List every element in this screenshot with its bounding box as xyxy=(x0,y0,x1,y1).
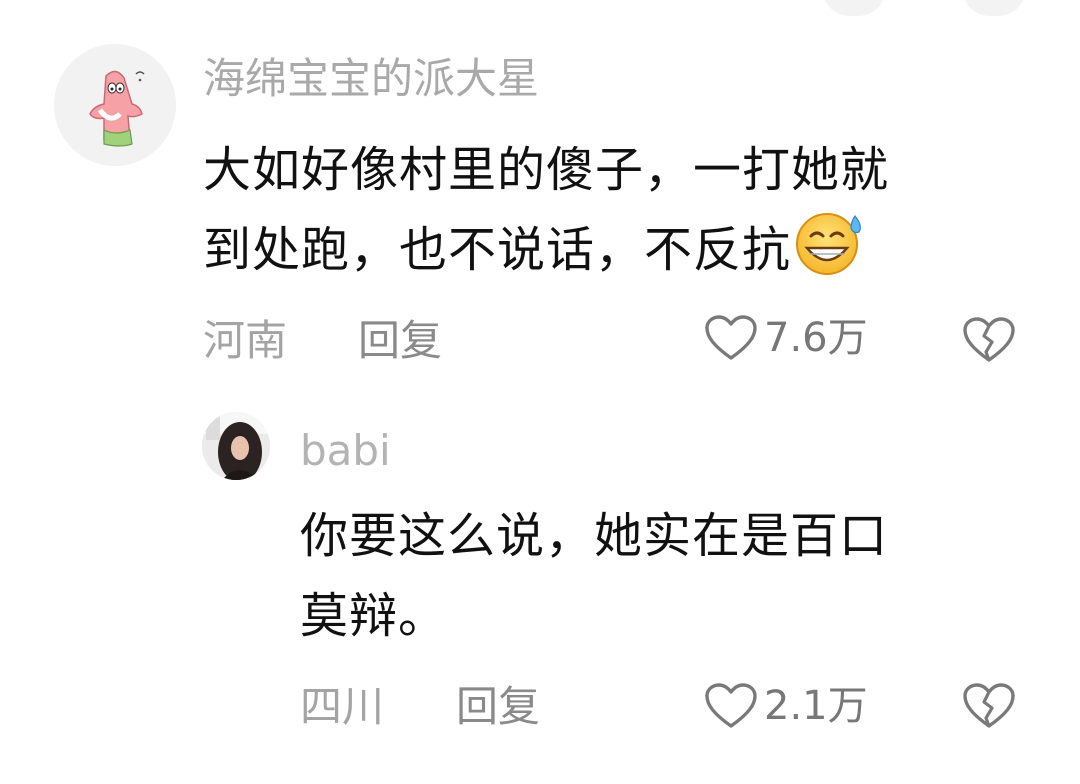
patrick-star-avatar[interactable] xyxy=(54,44,176,166)
heart-outline-icon xyxy=(704,682,758,730)
comment-username[interactable]: 海绵宝宝的派大星 xyxy=(203,58,539,100)
comment-text-segment: 到处跑，也不说话，不反抗 xyxy=(203,222,792,278)
comment-text-line: 莫辩。 xyxy=(300,588,448,644)
profile-photo-avatar[interactable] xyxy=(202,412,270,480)
dislike-button[interactable] xyxy=(962,316,1016,364)
broken-heart-icon xyxy=(962,316,1016,364)
sweat-smile-emoji-icon xyxy=(793,210,867,276)
comment-location: 河南 xyxy=(203,316,288,365)
top-action-button[interactable] xyxy=(822,0,886,16)
comment-username[interactable]: babi xyxy=(300,430,391,472)
like-count: 2.1万 xyxy=(764,683,868,729)
comment-thread: 海绵宝宝的派大星 大如好像村里的傻子，一打她就 到处跑，也不说话，不反抗 河南 … xyxy=(0,0,1080,784)
comment-text: 大如好像村里的傻子，一打她就 到处跑，也不说话，不反抗 xyxy=(203,130,889,290)
comment-text: 你要这么说，她实在是百口 莫辩。 xyxy=(300,496,888,656)
comment-text-line: 大如好像村里的傻子，一打她就 xyxy=(203,142,890,198)
broken-heart-icon xyxy=(962,682,1016,730)
reply-button[interactable]: 回复 xyxy=(456,686,540,728)
comment-text-line: 到处跑，也不说话，不反抗 xyxy=(203,210,889,290)
like-count: 7.6万 xyxy=(764,315,868,361)
top-action-button[interactable] xyxy=(962,0,1026,16)
dislike-button[interactable] xyxy=(962,682,1016,730)
comment-text-line: 你要这么说，她实在是百口 xyxy=(300,508,889,564)
comment-location: 四川 xyxy=(300,682,385,731)
heart-outline-icon xyxy=(704,314,758,362)
like-button[interactable]: 2.1万 xyxy=(704,682,868,730)
like-button[interactable]: 7.6万 xyxy=(704,314,868,362)
reply-button[interactable]: 回复 xyxy=(358,320,442,362)
